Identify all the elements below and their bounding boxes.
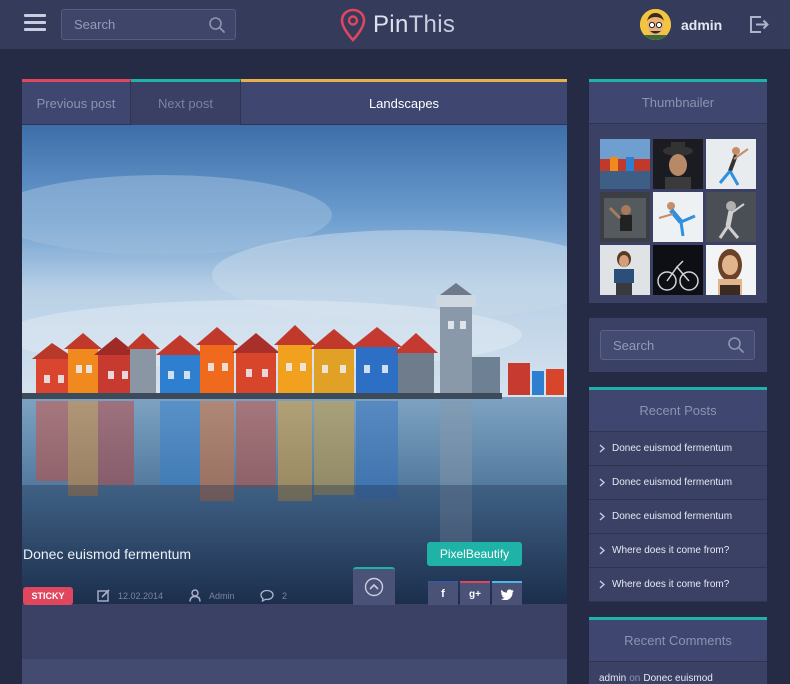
post-navigation: Previous post Next post Landscapes bbox=[22, 79, 567, 125]
post-date-text: 12.02.2014 bbox=[118, 590, 164, 601]
list-item[interactable]: Where does it come from? bbox=[589, 568, 767, 602]
chevron-right-icon bbox=[599, 444, 605, 453]
sidebar-search-widget bbox=[589, 318, 767, 372]
comments-count: 2 bbox=[282, 590, 288, 601]
thumbnail-grid bbox=[600, 139, 756, 295]
chevron-right-icon bbox=[599, 580, 605, 589]
thumbnail[interactable] bbox=[600, 139, 650, 189]
logo-text: PinThis bbox=[373, 11, 456, 38]
post-title[interactable]: Donec euismod fermentum bbox=[23, 546, 191, 562]
recent-comments-title: Recent Comments bbox=[589, 620, 767, 662]
chevron-right-icon bbox=[599, 546, 605, 555]
comment-icon bbox=[260, 589, 274, 602]
thumbnail[interactable] bbox=[706, 245, 756, 295]
avatar[interactable] bbox=[640, 9, 671, 40]
user-icon bbox=[189, 589, 201, 602]
list-item[interactable]: Donec euismod fermentum bbox=[589, 432, 767, 466]
comment-author-link[interactable]: admin bbox=[599, 673, 626, 684]
edit-icon bbox=[97, 589, 110, 602]
recent-post-link[interactable]: Donec euismod fermentum bbox=[612, 477, 732, 488]
thumbnailer-widget: Thumbnailer bbox=[589, 79, 767, 303]
post-author-text: Admin bbox=[209, 590, 235, 601]
header-search bbox=[61, 9, 236, 40]
author-button[interactable]: PixelBeautify bbox=[427, 542, 522, 566]
chevron-right-icon bbox=[599, 478, 605, 487]
recent-posts-widget: Recent Posts Donec euismod fermentum Don… bbox=[589, 387, 767, 602]
list-item[interactable]: Where does it come from? bbox=[589, 534, 767, 568]
recent-comments-widget: Recent Comments admin on Donec euismod bbox=[589, 617, 767, 684]
thumbnail[interactable] bbox=[706, 192, 756, 242]
recent-posts-title: Recent Posts bbox=[589, 390, 767, 432]
map-pin-icon bbox=[340, 8, 366, 42]
sticky-badge: STICKY bbox=[23, 587, 73, 605]
post-footer bbox=[22, 604, 567, 659]
facebook-share-button[interactable]: f bbox=[428, 581, 458, 605]
recent-posts-list: Donec euismod fermentum Donec euismod fe… bbox=[589, 432, 767, 602]
post-featured-image[interactable] bbox=[22, 125, 567, 604]
recent-post-link[interactable]: Donec euismod fermentum bbox=[612, 511, 732, 522]
sidebar-search bbox=[600, 330, 755, 360]
thumbnailer-title: Thumbnailer bbox=[589, 82, 767, 124]
thumbnail[interactable] bbox=[600, 245, 650, 295]
post-meta-bar bbox=[22, 659, 567, 684]
recent-comment: admin on Donec euismod bbox=[589, 662, 767, 684]
category-tab[interactable]: Landscapes bbox=[241, 79, 567, 125]
next-post-tab[interactable]: Next post bbox=[131, 79, 241, 125]
recent-post-link[interactable]: Where does it come from? bbox=[612, 545, 729, 556]
thumbnail[interactable] bbox=[653, 192, 703, 242]
hamburger-menu-icon[interactable] bbox=[24, 14, 46, 32]
twitter-share-button[interactable] bbox=[492, 581, 522, 605]
post-author[interactable]: Admin bbox=[189, 589, 235, 602]
twitter-icon bbox=[500, 588, 513, 600]
username[interactable]: admin bbox=[681, 17, 722, 33]
logout-icon[interactable] bbox=[748, 13, 770, 35]
post-date: 12.02.2014 bbox=[97, 589, 163, 602]
top-bar: PinThis admin bbox=[0, 0, 790, 49]
thumbnail[interactable] bbox=[653, 139, 703, 189]
thumbnail[interactable] bbox=[653, 245, 703, 295]
thumbnail[interactable] bbox=[706, 139, 756, 189]
site-logo[interactable]: PinThis bbox=[340, 8, 455, 42]
comment-on-text: on bbox=[629, 673, 641, 684]
search-icon[interactable] bbox=[727, 336, 745, 354]
post-comments[interactable]: 2 bbox=[260, 589, 287, 602]
list-item[interactable]: Donec euismod fermentum bbox=[589, 500, 767, 534]
previous-post-tab[interactable]: Previous post bbox=[22, 79, 131, 125]
comment-post-link[interactable]: Donec euismod bbox=[643, 673, 712, 684]
list-item[interactable]: Donec euismod fermentum bbox=[589, 466, 767, 500]
scroll-top-button[interactable] bbox=[353, 567, 395, 605]
search-icon[interactable] bbox=[208, 16, 226, 34]
chevron-right-icon bbox=[599, 512, 605, 521]
googleplus-share-button[interactable]: g+ bbox=[460, 581, 490, 605]
chevron-up-icon bbox=[364, 577, 384, 597]
recent-post-link[interactable]: Donec euismod fermentum bbox=[612, 443, 732, 454]
recent-post-link[interactable]: Where does it come from? bbox=[612, 579, 729, 590]
thumbnail[interactable] bbox=[600, 192, 650, 242]
